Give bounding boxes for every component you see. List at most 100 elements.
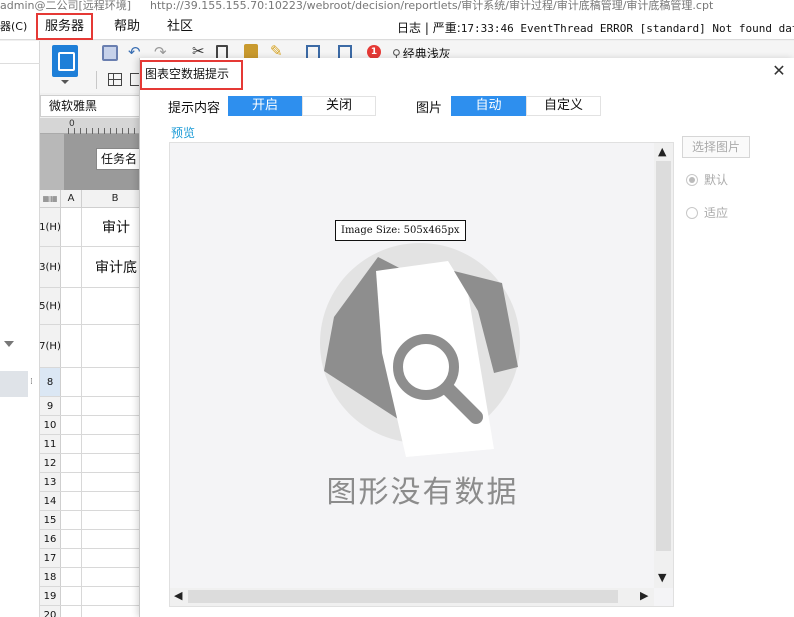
cell-a[interactable] [61,416,82,434]
table-row[interactable]: 9 [40,397,140,416]
row-header[interactable]: 17 [40,549,61,567]
cell-a[interactable] [61,208,82,246]
cell-a[interactable] [61,549,82,567]
row-header[interactable]: 3(H) [39,247,61,287]
table-row[interactable]: 12 [40,454,140,473]
cell-a[interactable] [61,606,82,617]
notification-badge[interactable]: 1 [367,45,381,59]
column-header-a[interactable]: A [61,190,82,208]
table-row[interactable]: 8 [40,368,140,397]
cell-a[interactable] [61,368,82,396]
table-row[interactable]: 17 [40,549,140,568]
cell-b[interactable] [82,549,140,567]
cell-b[interactable] [82,397,140,415]
cell-a[interactable] [61,247,82,287]
cell-a[interactable] [61,397,82,415]
table-row[interactable]: 18 [40,568,140,587]
row-header[interactable]: 8 [40,368,61,396]
log-status[interactable]: 日志 | 严重:17:33:46 EventThread ERROR [stan… [397,19,794,36]
cell-a[interactable] [61,435,82,453]
table-row[interactable]: 10 [40,416,140,435]
cell-b[interactable]: 审计底 [82,247,140,287]
cell-a[interactable] [61,325,82,367]
table-row[interactable]: 11 [40,435,140,454]
cell-a[interactable] [61,568,82,586]
scroll-left-icon[interactable]: ◀ [174,589,182,602]
radio-fit[interactable]: 适应 [686,206,766,222]
menu-item-server-fragment[interactable]: 器(C) [0,17,27,37]
row-header[interactable]: 11 [40,435,61,453]
table-row[interactable]: 3(H) 审计底 [39,247,140,288]
table-row[interactable]: 7(H) [39,325,140,368]
cell-b[interactable]: 审计 [82,208,140,246]
prompt-off-toggle[interactable]: 关闭 [302,96,376,116]
row-header[interactable]: 7(H) [39,325,61,367]
scroll-down-icon[interactable]: ▼ [658,571,666,584]
cell-b[interactable] [82,473,140,491]
cell-a[interactable] [61,288,82,324]
close-icon[interactable]: ✕ [771,63,787,79]
cell-b[interactable] [82,288,140,324]
row-header[interactable]: 1(H) [39,208,61,246]
radio-fit-dot[interactable] [686,207,698,219]
choose-image-button[interactable]: 选择图片 [682,136,750,158]
menu-item-help[interactable]: 帮助 [114,17,140,37]
row-header[interactable]: 14 [40,492,61,510]
template-icon[interactable] [52,45,78,77]
collapse-triangle-icon[interactable] [4,341,14,347]
row-header[interactable]: 13 [40,473,61,491]
table-row[interactable]: 1(H) 审计 [39,208,140,247]
row-header[interactable]: 15 [40,511,61,529]
image-custom-toggle[interactable]: 自定义 [526,96,601,116]
table-row[interactable]: 20 [40,606,140,617]
vertical-scroll-thumb[interactable] [656,161,671,551]
row-header[interactable]: 12 [40,454,61,472]
row-header[interactable]: 18 [40,568,61,586]
cell-b[interactable] [82,568,140,586]
menu-item-server[interactable]: 服务器 [36,13,93,40]
resize-handle-icon[interactable]: ⁞ [30,377,33,387]
cell-a[interactable] [61,587,82,605]
save-icon[interactable] [102,45,118,61]
row-header[interactable]: 20 [40,606,61,617]
table-row[interactable]: 13 [40,473,140,492]
radio-default-dot[interactable] [686,174,698,186]
image-auto-toggle[interactable]: 自动 [451,96,526,116]
radio-default[interactable]: 默认 [686,173,766,189]
table-row[interactable]: 15 [40,511,140,530]
font-family-select[interactable]: 微软雅黑 [40,95,140,117]
table-row[interactable]: 14 [40,492,140,511]
table-icon[interactable] [108,73,122,86]
horizontal-scroll-thumb[interactable] [188,590,618,603]
cell-b[interactable] [82,454,140,472]
preview-horizontal-scrollbar[interactable]: ◀ ▶ [170,588,654,606]
cell-b[interactable] [82,325,140,367]
cell-a[interactable] [61,473,82,491]
cell-b[interactable] [82,606,140,617]
cell-b[interactable] [82,587,140,605]
task-name-widget[interactable]: 任务名 [96,148,142,170]
cell-a[interactable] [61,454,82,472]
scroll-up-icon[interactable]: ▲ [658,145,666,158]
left-panel-selected-item[interactable] [0,371,28,397]
row-header[interactable]: 10 [40,416,61,434]
cell-b[interactable] [82,530,140,548]
preview-vertical-scrollbar[interactable]: ▲ ▼ [654,143,673,588]
prompt-on-toggle[interactable]: 开启 [228,96,302,116]
cell-b[interactable] [82,492,140,510]
table-row[interactable]: 5(H) [39,288,140,325]
table-row[interactable]: 16 [40,530,140,549]
cell-a[interactable] [61,511,82,529]
template-dropdown-icon[interactable] [61,80,69,84]
row-header[interactable]: 5(H) [39,288,61,324]
select-all-corner[interactable]: ▦▦ [40,190,61,208]
table-row[interactable]: 19 [40,587,140,606]
cell-b[interactable] [82,416,140,434]
scroll-right-icon[interactable]: ▶ [640,589,648,602]
row-header[interactable]: 9 [40,397,61,415]
row-header[interactable]: 16 [40,530,61,548]
column-header-b[interactable]: B [82,190,140,208]
row-header[interactable]: 19 [40,587,61,605]
cell-b[interactable] [82,368,140,396]
cell-a[interactable] [61,492,82,510]
